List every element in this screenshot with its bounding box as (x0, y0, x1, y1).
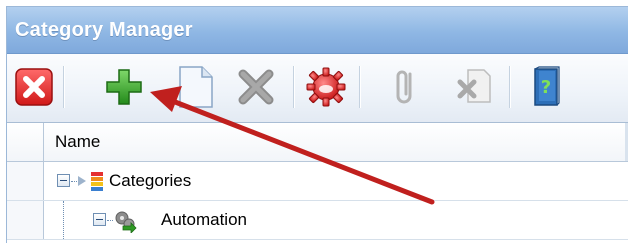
header-row-selector (7, 123, 44, 161)
blank-document-icon (179, 66, 213, 108)
attach-button[interactable] (383, 64, 429, 110)
categories-icon (91, 172, 103, 191)
toolbar-separator (63, 66, 65, 108)
toolbar-separator (359, 66, 361, 108)
toolbar-separator (509, 66, 511, 108)
red-gear-icon (306, 67, 346, 107)
grid-header: Name (7, 123, 628, 162)
paperclip-icon (396, 70, 412, 104)
toolbar: ? (7, 54, 628, 123)
tree-label-automation: Automation (161, 210, 247, 229)
expand-arrow-icon (78, 176, 86, 186)
collapse-automation-toggle[interactable] (93, 213, 106, 226)
toolbar-separator (293, 66, 295, 108)
help-button[interactable]: ? (523, 64, 569, 110)
row-selector[interactable] (7, 162, 44, 200)
document-x-icon (457, 69, 491, 103)
tree-row-categories[interactable]: Categories (7, 162, 628, 201)
window-title: Category Manager (7, 7, 628, 54)
new-document-button[interactable] (173, 64, 219, 110)
add-button[interactable] (101, 64, 147, 110)
column-header-name[interactable]: Name (55, 123, 100, 161)
automation-gears-icon (115, 211, 137, 233)
green-plus-icon (106, 69, 142, 105)
row-selector[interactable] (7, 201, 44, 239)
svg-text:?: ? (541, 77, 551, 98)
category-grid: Name Categories Automation (7, 123, 628, 243)
gray-x-icon (238, 69, 274, 105)
help-book-icon: ? (534, 66, 560, 106)
tree-row-automation[interactable]: Automation (7, 201, 628, 240)
delete-button[interactable] (233, 64, 279, 110)
tree-connector (63, 201, 64, 239)
tree-label-categories: Categories (109, 171, 192, 190)
settings-button[interactable] (303, 64, 349, 110)
close-button[interactable] (11, 64, 57, 110)
category-manager-window: Category Manager ? Name Categories Autom… (6, 6, 628, 243)
collapse-categories-toggle[interactable] (57, 174, 70, 187)
remove-attachment-button[interactable] (451, 64, 497, 110)
red-x-icon (15, 68, 53, 106)
